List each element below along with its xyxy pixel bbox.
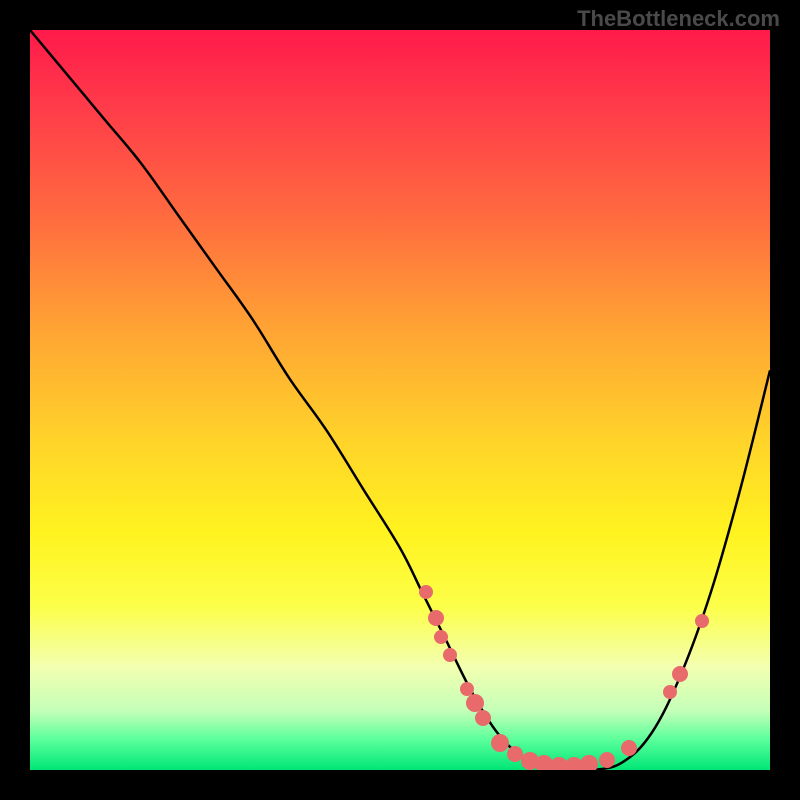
data-point <box>663 685 677 699</box>
watermark-text: TheBottleneck.com <box>577 6 780 32</box>
data-point <box>460 682 474 696</box>
data-point <box>599 752 615 768</box>
data-point <box>672 666 688 682</box>
data-point <box>695 614 709 628</box>
data-point <box>419 585 433 599</box>
plot-area <box>30 30 770 770</box>
data-point <box>475 710 491 726</box>
data-point <box>443 648 457 662</box>
data-point <box>580 755 598 770</box>
data-point <box>621 740 637 756</box>
data-point <box>491 734 509 752</box>
data-point <box>428 610 444 626</box>
data-point <box>434 630 448 644</box>
data-points-layer <box>30 30 770 770</box>
